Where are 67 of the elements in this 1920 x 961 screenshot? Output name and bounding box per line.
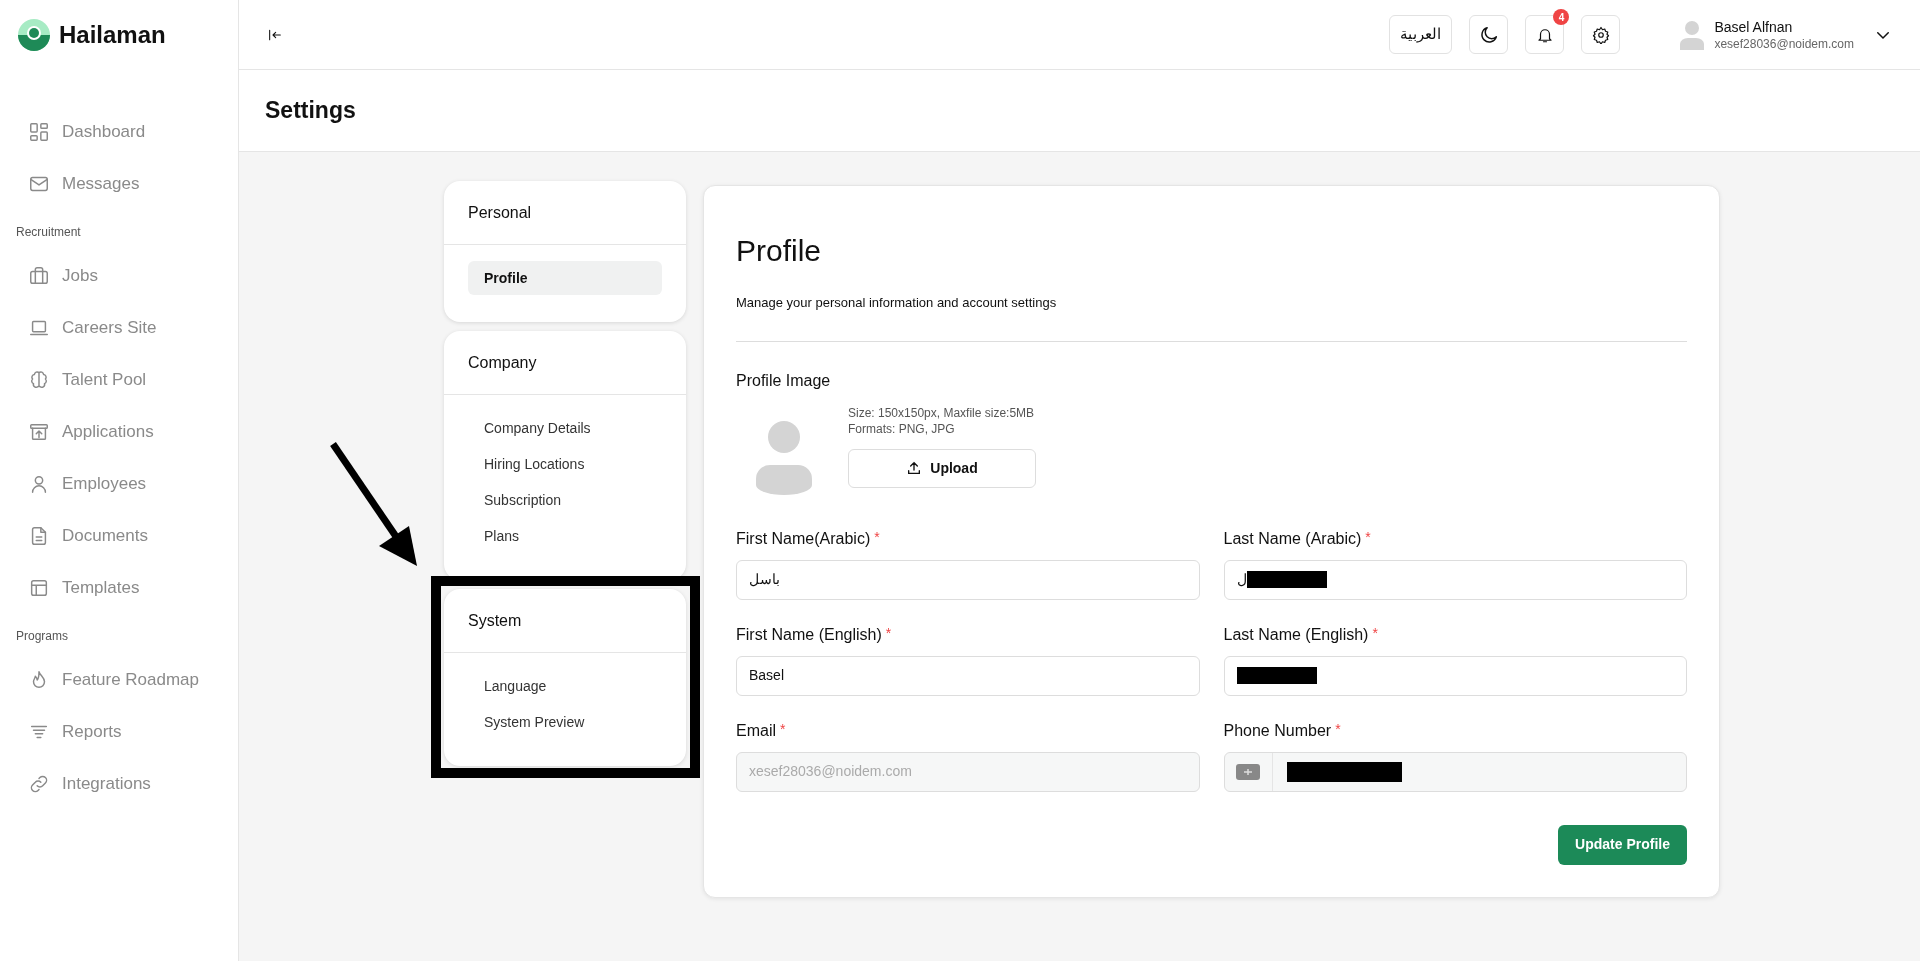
link-icon [28,773,50,795]
settings-nav-item[interactable]: Hiring Locations [468,447,662,481]
required-mark: * [885,624,892,641]
sidebar-item[interactable]: Feature Roadmap [0,654,238,706]
required-mark: * [780,720,786,737]
sidebar-item[interactable]: Integrations [0,758,238,810]
input-field[interactable]: Basel [736,655,1200,696]
image-hint: Size: 150x150px, Maxfile size:5MB [848,404,1036,421]
settings-nav-item[interactable]: Subscription [468,483,662,517]
settings-icon [1591,25,1610,44]
sidebar-item[interactable]: Dashboard [0,106,238,158]
update-profile-button[interactable]: Update Profile [1558,824,1687,865]
sidebar-item[interactable]: Messages [0,158,238,210]
settings-nav-item[interactable]: System Preview [468,705,662,739]
language-button[interactable]: العربية [1389,15,1453,54]
sidebar-item[interactable]: Employees [0,458,238,510]
settings-button[interactable] [1581,15,1621,54]
user-name: Basel Alfnan [1714,17,1794,36]
card-title: Personal [468,202,532,223]
input-field[interactable]: باسل [736,559,1200,600]
field-label: Last Name (Arabic) [1223,528,1362,549]
dashboard-icon [28,121,50,143]
input-field[interactable] [1223,655,1687,696]
card-subtitle: Manage your personal information and account settings [736,294,1058,312]
dark-mode-button[interactable] [1469,15,1509,54]
sidebar-item[interactable]: Documents [0,510,238,562]
user-email: xesef28036@noidem.com [1714,35,1854,52]
required-mark: * [874,528,880,545]
archive-upload-icon [28,421,50,443]
field-label: Profile Image [736,370,832,391]
flag-icon [1236,763,1260,780]
sidebar-item[interactable]: Careers Site [0,302,238,354]
page-title: Settings [265,96,356,126]
sidebar-item[interactable]: Jobs [0,250,238,302]
upload-icon [906,460,923,476]
required-mark: * [1365,528,1371,545]
required-mark: * [1372,624,1378,641]
card-title: System [468,610,522,631]
notifications-button[interactable] [1525,15,1565,54]
required-mark: * [1335,720,1341,737]
field-label: Phone Number [1223,720,1332,741]
brain-icon [28,369,50,391]
layout-icon [28,577,50,599]
card-title: Company [468,352,537,373]
card-title: Profile [736,233,823,269]
section-heading: Recruitment [15,224,82,241]
field-label: Last Name (English) [1223,624,1369,645]
avatar-icon [1680,19,1705,50]
field-label: Email [736,720,776,741]
field-label: First Name(Arabic) [736,528,871,549]
sidebar-item[interactable]: Applications [0,406,238,458]
sidebar-item[interactable]: Reports [0,706,238,758]
logo-icon [17,18,51,52]
settings-nav-item[interactable]: Plans [468,519,662,553]
briefcase-icon [28,265,50,287]
settings-nav-item[interactable]: Profile [468,261,662,295]
input-field[interactable]: ل [1223,559,1687,600]
sidebar-item[interactable]: Templates [0,562,238,614]
field-label: First Name (English) [736,624,882,645]
section-heading: Programs [15,628,69,645]
sidebar-item[interactable]: Talent Pool [0,354,238,406]
settings-nav-item[interactable]: Company Details [468,411,662,445]
brand-name: Hailaman [59,20,166,50]
settings-nav-item[interactable]: Language [468,669,662,703]
upload-button[interactable]: Upload [848,448,1036,488]
image-hint: Formats: PNG, JPG [848,420,956,437]
notification-badge: 4 [1553,9,1570,25]
